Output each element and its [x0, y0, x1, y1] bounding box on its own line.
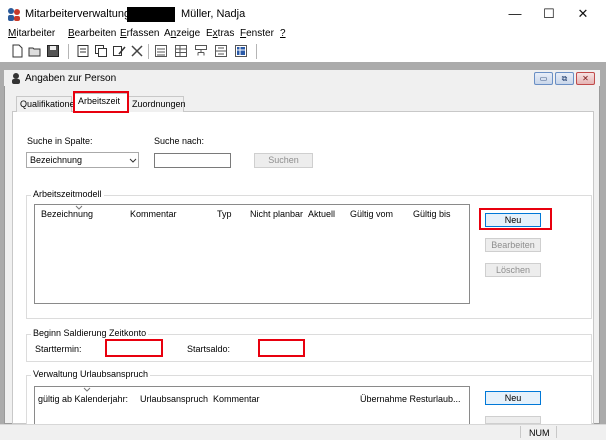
status-separator	[556, 426, 557, 438]
tab-qualifikationen[interactable]: Qualifikationen	[16, 96, 80, 112]
tab-zuordnungen[interactable]: Zuordnungen	[128, 96, 186, 112]
urlaub-table[interactable]: gültig ab Kalenderjahr: Urlaubsanspruch …	[34, 386, 470, 424]
child-close-button[interactable]: ✕	[576, 72, 595, 85]
menu-mitarbeiter[interactable]: Mitarbeiter	[8, 28, 55, 39]
split-view-icon[interactable]	[214, 44, 228, 58]
menu-label: A	[164, 28, 171, 39]
app-icon	[6, 7, 22, 21]
column-header[interactable]: Typ	[217, 209, 232, 219]
column-header[interactable]: Urlaubsanspruch	[140, 394, 208, 404]
new-document-icon[interactable]	[10, 44, 24, 58]
menu-bearbeiten[interactable]: Bearbeiten	[68, 28, 116, 39]
menu-label: tras	[217, 28, 235, 39]
urlaub-new-button[interactable]: Neu	[485, 391, 541, 405]
arbeitszeit-edit-button[interactable]: Bearbeiten	[485, 238, 541, 252]
column-header[interactable]: Kommentar	[130, 209, 177, 219]
grid-view-icon[interactable]	[174, 44, 188, 58]
open-folder-icon[interactable]	[28, 44, 42, 58]
search-button[interactable]: Suchen	[254, 153, 313, 168]
search-query-label: Suche nach:	[154, 136, 205, 146]
arbeitszeitmodell-table[interactable]: Bezeichnung Kommentar Typ Nicht planbar …	[34, 204, 470, 304]
toolbar-separator	[148, 44, 149, 59]
column-header[interactable]: Aktuell	[308, 209, 335, 219]
menu-bar: Mitarbeiter Bearbeiten Erfassen Anzeige …	[0, 28, 606, 42]
sort-indicator-icon	[75, 205, 83, 210]
tree-view-icon[interactable]	[194, 44, 208, 58]
search-query-input[interactable]	[154, 153, 231, 168]
highlight-start-date	[105, 339, 163, 357]
child-restore-button[interactable]: ⧉	[555, 72, 574, 85]
toolbar-separator	[68, 44, 69, 59]
menu-accel: E	[120, 28, 127, 39]
menu-label: zeige	[176, 28, 201, 39]
edit-icon[interactable]	[112, 44, 126, 58]
start-date-label: Starttermin:	[35, 344, 82, 354]
save-icon[interactable]	[46, 44, 60, 58]
column-header[interactable]: Gültig bis	[413, 209, 451, 219]
menu-label: earbeiten	[74, 28, 117, 39]
maximize-button[interactable]: ☐	[534, 4, 564, 24]
column-header[interactable]: Kommentar	[213, 394, 260, 404]
arbeitszeitmodell-title: Arbeitszeitmodell	[31, 189, 104, 199]
menu-extras[interactable]: Extras	[206, 28, 234, 39]
status-num-indicator: NUM	[529, 428, 550, 438]
menu-label: E	[206, 28, 213, 39]
column-header[interactable]: Nicht planbar	[250, 209, 303, 219]
list-view-icon[interactable]	[154, 44, 168, 58]
menu-help[interactable]: ?	[280, 28, 286, 39]
menu-erfassen[interactable]: Erfassen	[120, 28, 159, 39]
minimize-button[interactable]: —	[500, 4, 530, 24]
properties-icon[interactable]	[76, 44, 90, 58]
menu-anzeige[interactable]: Anzeige	[164, 28, 200, 39]
arbeitszeit-delete-button[interactable]: Löschen	[485, 263, 541, 277]
saldierung-title: Beginn Saldierung Zeitkonto	[31, 328, 149, 338]
highlight-tab-arbeitszeit	[73, 91, 129, 113]
column-header[interactable]: Gültig vom	[350, 209, 393, 219]
column-header[interactable]: gültig ab Kalenderjahr:	[38, 394, 128, 404]
menu-label: enster	[246, 28, 274, 39]
toolbar	[0, 42, 606, 61]
delete-icon[interactable]	[130, 44, 144, 58]
status-separator	[520, 426, 521, 438]
menu-accel: ?	[280, 28, 286, 39]
menu-label: rfassen	[126, 28, 160, 39]
menu-label: itarbeiter	[16, 28, 56, 39]
child-minimize-button[interactable]: ▭	[534, 72, 553, 85]
search-column-value: Bezeichnung	[30, 155, 83, 165]
column-header[interactable]: Übernahme Resturlaub...	[360, 394, 461, 404]
menu-fenster[interactable]: Fenster	[240, 28, 274, 39]
sort-indicator-icon	[83, 387, 91, 392]
window-title-prefix: Mitarbeiterverwaltung -	[25, 8, 137, 20]
search-column-select[interactable]: Bezeichnung	[26, 152, 139, 168]
menu-accel: B	[68, 28, 75, 39]
start-balance-label: Startsaldo:	[187, 344, 231, 354]
person-icon	[12, 73, 20, 84]
search-column-label: Suche in Spalte:	[27, 136, 93, 146]
child-window-title: Angaben zur Person	[25, 73, 117, 84]
urlaub-edit-button[interactable]	[485, 416, 541, 424]
toolbar-separator	[256, 44, 257, 59]
highlight-start-balance	[258, 339, 305, 357]
report-icon[interactable]	[234, 44, 248, 58]
redacted-name	[127, 7, 175, 22]
chevron-down-icon	[129, 158, 137, 163]
close-button[interactable]: ✕	[568, 4, 598, 24]
window-title-suffix: Müller, Nadja	[181, 8, 246, 20]
highlight-new-button	[479, 208, 552, 230]
column-header[interactable]: Bezeichnung	[41, 209, 93, 219]
status-bar	[0, 424, 606, 440]
urlaub-title: Verwaltung Urlaubsanspruch	[31, 369, 151, 379]
copy-icon[interactable]	[94, 44, 108, 58]
